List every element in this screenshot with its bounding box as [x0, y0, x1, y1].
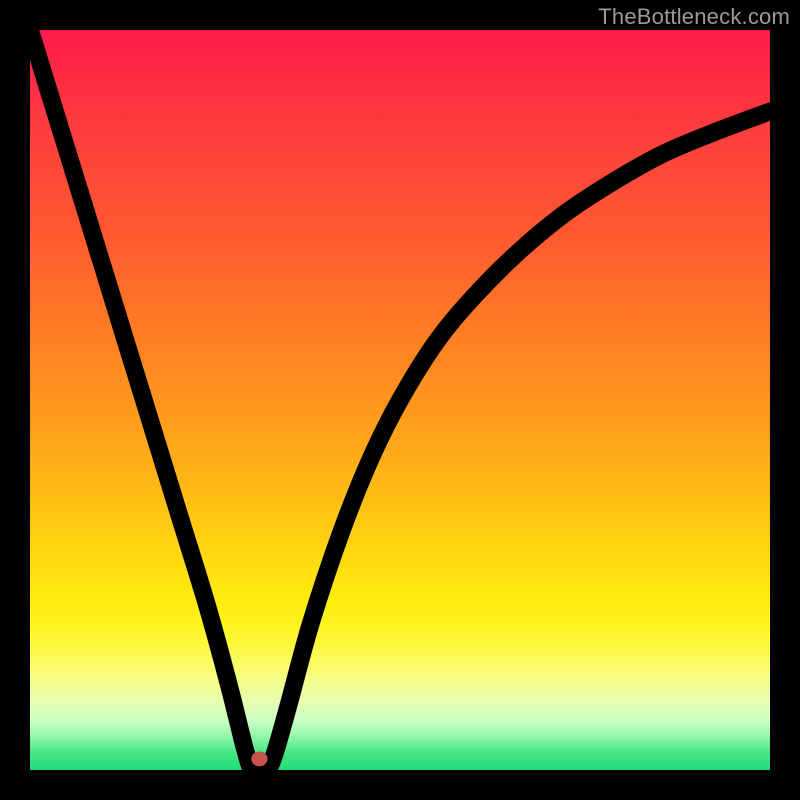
plot-area [30, 30, 770, 770]
optimum-marker-dot [251, 752, 267, 767]
curve-layer [30, 30, 770, 770]
watermark-text: TheBottleneck.com [598, 4, 790, 30]
bottleneck-curve-line [30, 30, 770, 770]
chart-frame: TheBottleneck.com [0, 0, 800, 800]
